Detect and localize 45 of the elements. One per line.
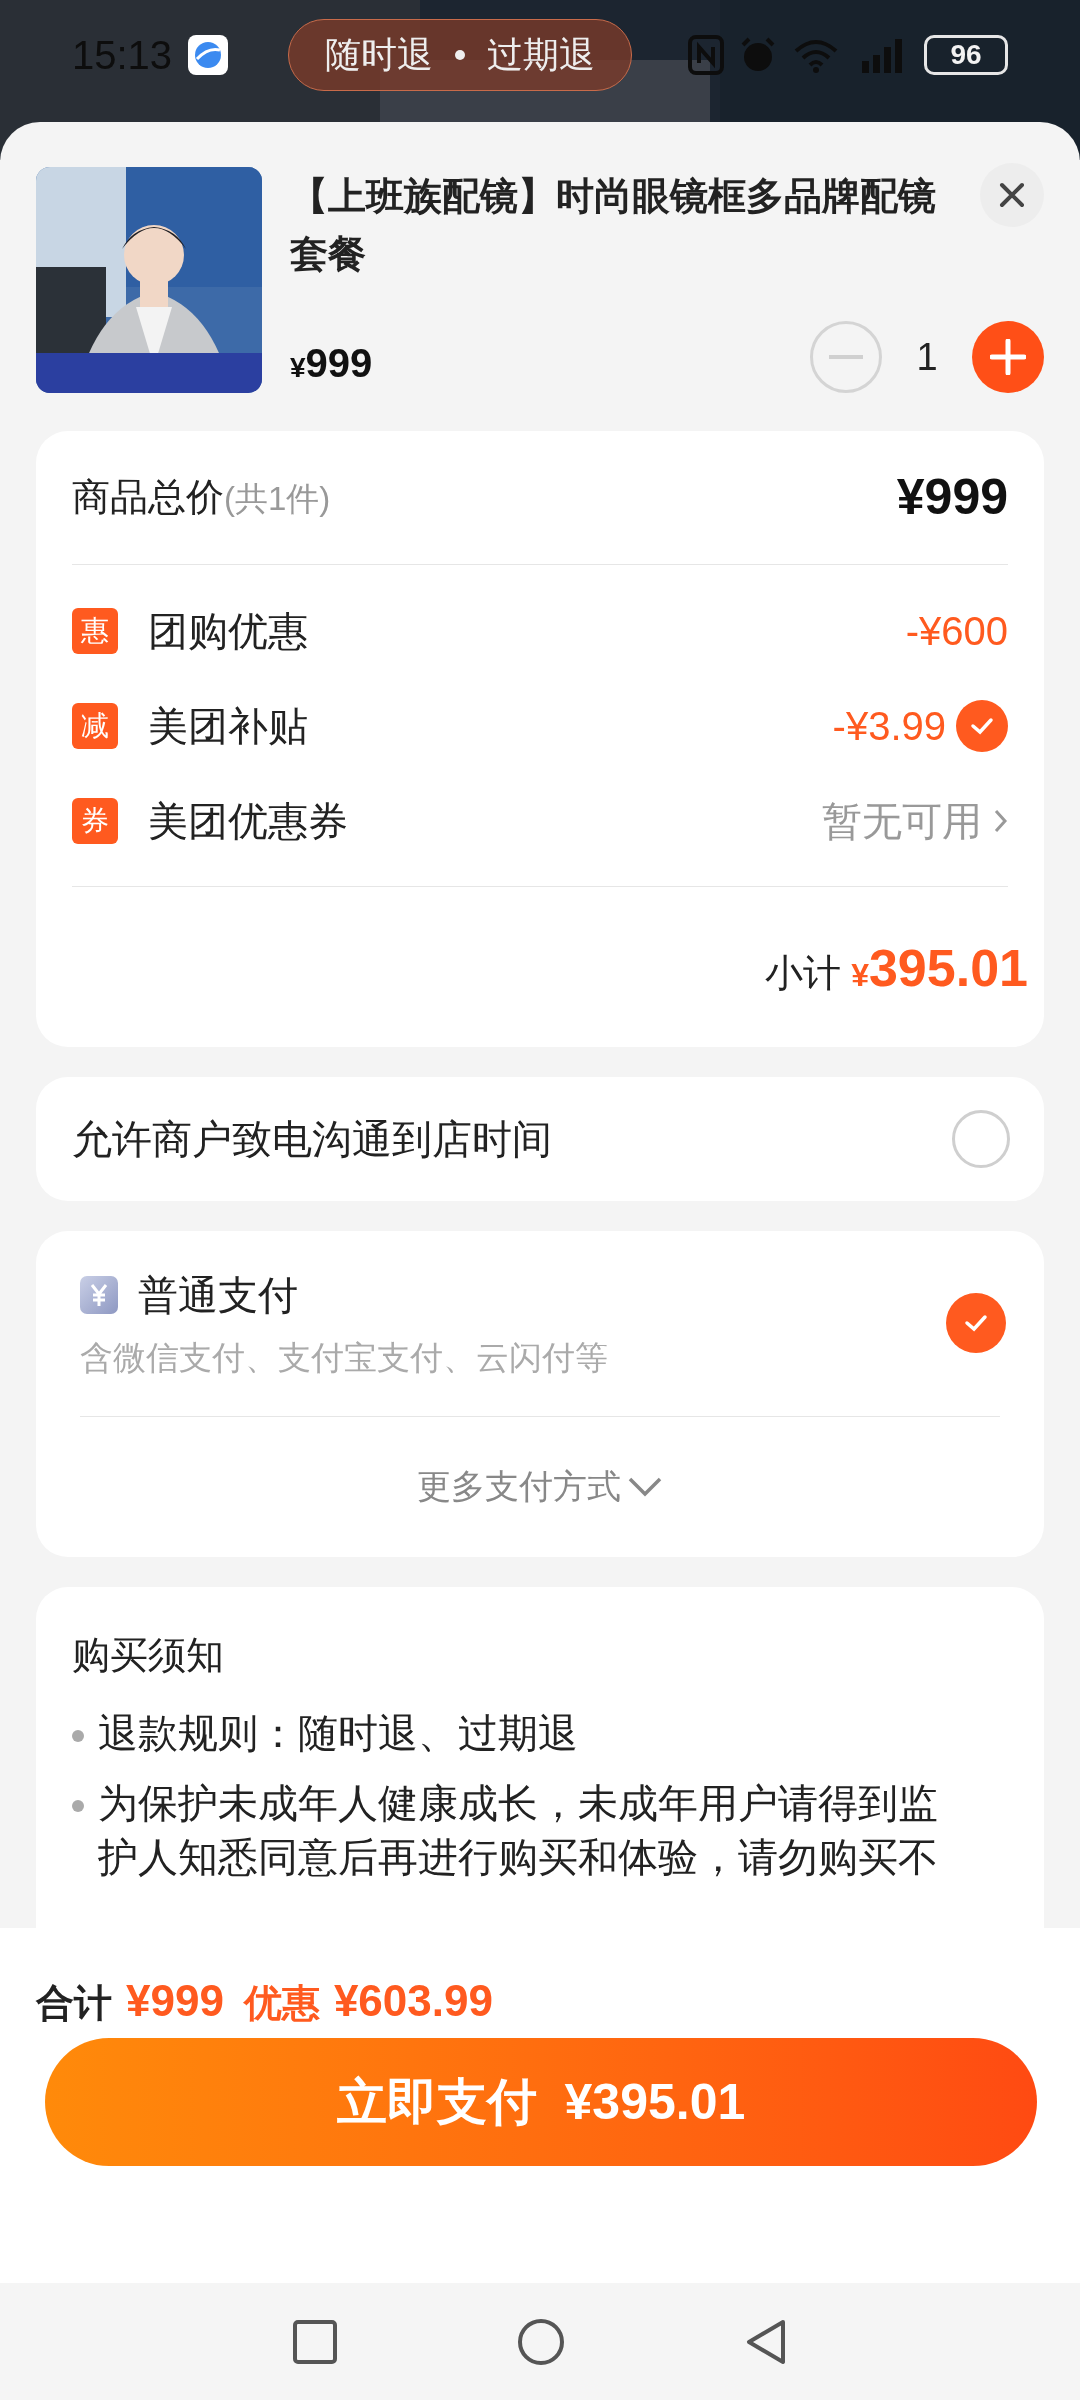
pay-now-button[interactable]: 立即支付 ¥395.01 [45, 2038, 1037, 2166]
back-button[interactable] [745, 2317, 787, 2366]
chevron-right-icon [994, 807, 1008, 834]
discount-label: 优惠 [243, 1981, 320, 2026]
discount-tag: 惠 [72, 607, 118, 654]
checkmark-icon [964, 1313, 988, 1334]
total-price-label: 商品总价(共1件) [72, 475, 331, 520]
chevron-down-icon [627, 1475, 663, 1498]
total-price-value: ¥999 [896, 468, 1008, 527]
minus-icon [829, 355, 863, 359]
product-title: 【上班族配镜】时尚眼镜框多品牌配镜套餐 [290, 174, 937, 277]
discount-label: 团购优惠 [148, 607, 308, 655]
plus-icon [990, 339, 1026, 375]
quantity-value: 1 [915, 334, 939, 380]
discount-label: 美团补贴 [148, 702, 308, 750]
coupon-link[interactable]: 暂无可用 [822, 790, 1008, 851]
discount-total: ¥603.99 [333, 1975, 493, 2027]
nfc-icon [688, 35, 724, 75]
notice-item: 为保护未成年人健康成长，未成年用户请得到监护人知悉同意后再进行购买和体验，请勿购买不 [98, 1779, 939, 1881]
subtotal-amount: ¥395.01 [851, 938, 1028, 999]
notice-item: 退款规则：随时退、过期退 [98, 1709, 579, 1757]
discount-tag: 券 [72, 797, 118, 844]
total-amount: ¥999 [126, 1975, 224, 2027]
discount-label: 美团优惠券 [148, 797, 348, 845]
purchase-notice-title: 购买须知 [72, 1632, 225, 1678]
recent-apps-button[interactable] [293, 2319, 337, 2364]
more-payment-methods-button[interactable]: 更多支付方式 [417, 1461, 663, 1513]
discount-amount: -¥3.99 [832, 702, 946, 750]
app-notification-icon [188, 35, 229, 75]
subtotal-label: 小计 [765, 951, 842, 996]
payment-method-title: 普通支付 [138, 1271, 298, 1319]
battery-indicator: 96 [924, 35, 1008, 75]
total-label: 合计 [36, 1981, 112, 2026]
yuan-icon [80, 1275, 118, 1314]
payment-method-description: 含微信支付、支付宝支付、云闪付等 [80, 1337, 608, 1378]
refund-badge: 随时退 过期退 [288, 19, 633, 91]
checkbox[interactable] [956, 699, 1008, 752]
checkmark-icon [970, 715, 994, 736]
discount-tag: 减 [72, 702, 118, 749]
contact-option-label: 允许商户致电沟通到店时间 [72, 1115, 552, 1163]
discount-amount: -¥600 [905, 607, 1008, 655]
close-icon [999, 182, 1025, 208]
product-price: ¥999 [290, 340, 373, 387]
home-button[interactable] [517, 2317, 565, 2366]
radio-button[interactable] [952, 1109, 1010, 1168]
